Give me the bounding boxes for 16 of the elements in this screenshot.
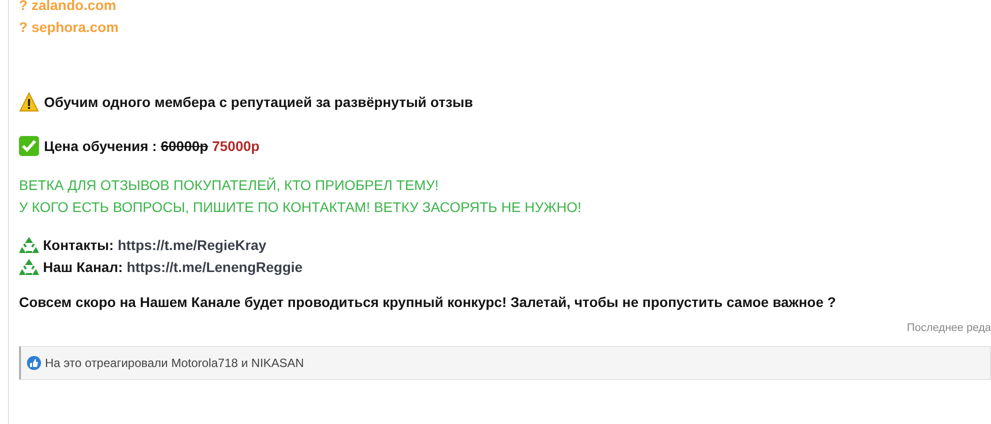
last-edited-text: Последнее реда bbox=[906, 322, 991, 334]
notice-text: У КОГО ЕСТЬ ВОПРОСЫ, ПИШИТЕ ПО КОНТАКТАМ! ВЕТКУ ЗАСОРЯТЬ НЕ НУЖНО! bbox=[19, 198, 582, 217]
announcement-text: Совсем скоро на Нашем Канале будет проводиться крупный конкурс! Залетай, чтобы не пропустить самое важное ? bbox=[19, 294, 836, 310]
contact-label: Наш Канал: bbox=[43, 258, 123, 277]
contact-link[interactable]: https://t.me/LenengReggie bbox=[126, 256, 303, 278]
reactions-text: На это отреагировали Motorola718 и NIKASAN bbox=[45, 356, 304, 370]
contact-link[interactable]: https://t.me/RegieKray bbox=[118, 234, 266, 256]
warning-icon bbox=[19, 92, 39, 112]
recycle-icon bbox=[19, 235, 39, 255]
price-text: Цена обучения : 60000р 75000р bbox=[44, 138, 260, 154]
notice-text: ВЕТКА ДЛЯ ОТЗЫВОВ ПОКУПАТЕЛЕЙ, КТО ПРИОБРЕЛ ТЕМУ! bbox=[19, 176, 440, 195]
like-icon bbox=[27, 356, 41, 370]
contact-label: Контакты: bbox=[43, 236, 114, 255]
notice-text: Обучим одного мембера с репутацией за развёрнутый отзыв bbox=[44, 94, 473, 110]
recycle-icon bbox=[19, 257, 39, 277]
checkmark-icon bbox=[19, 136, 39, 156]
